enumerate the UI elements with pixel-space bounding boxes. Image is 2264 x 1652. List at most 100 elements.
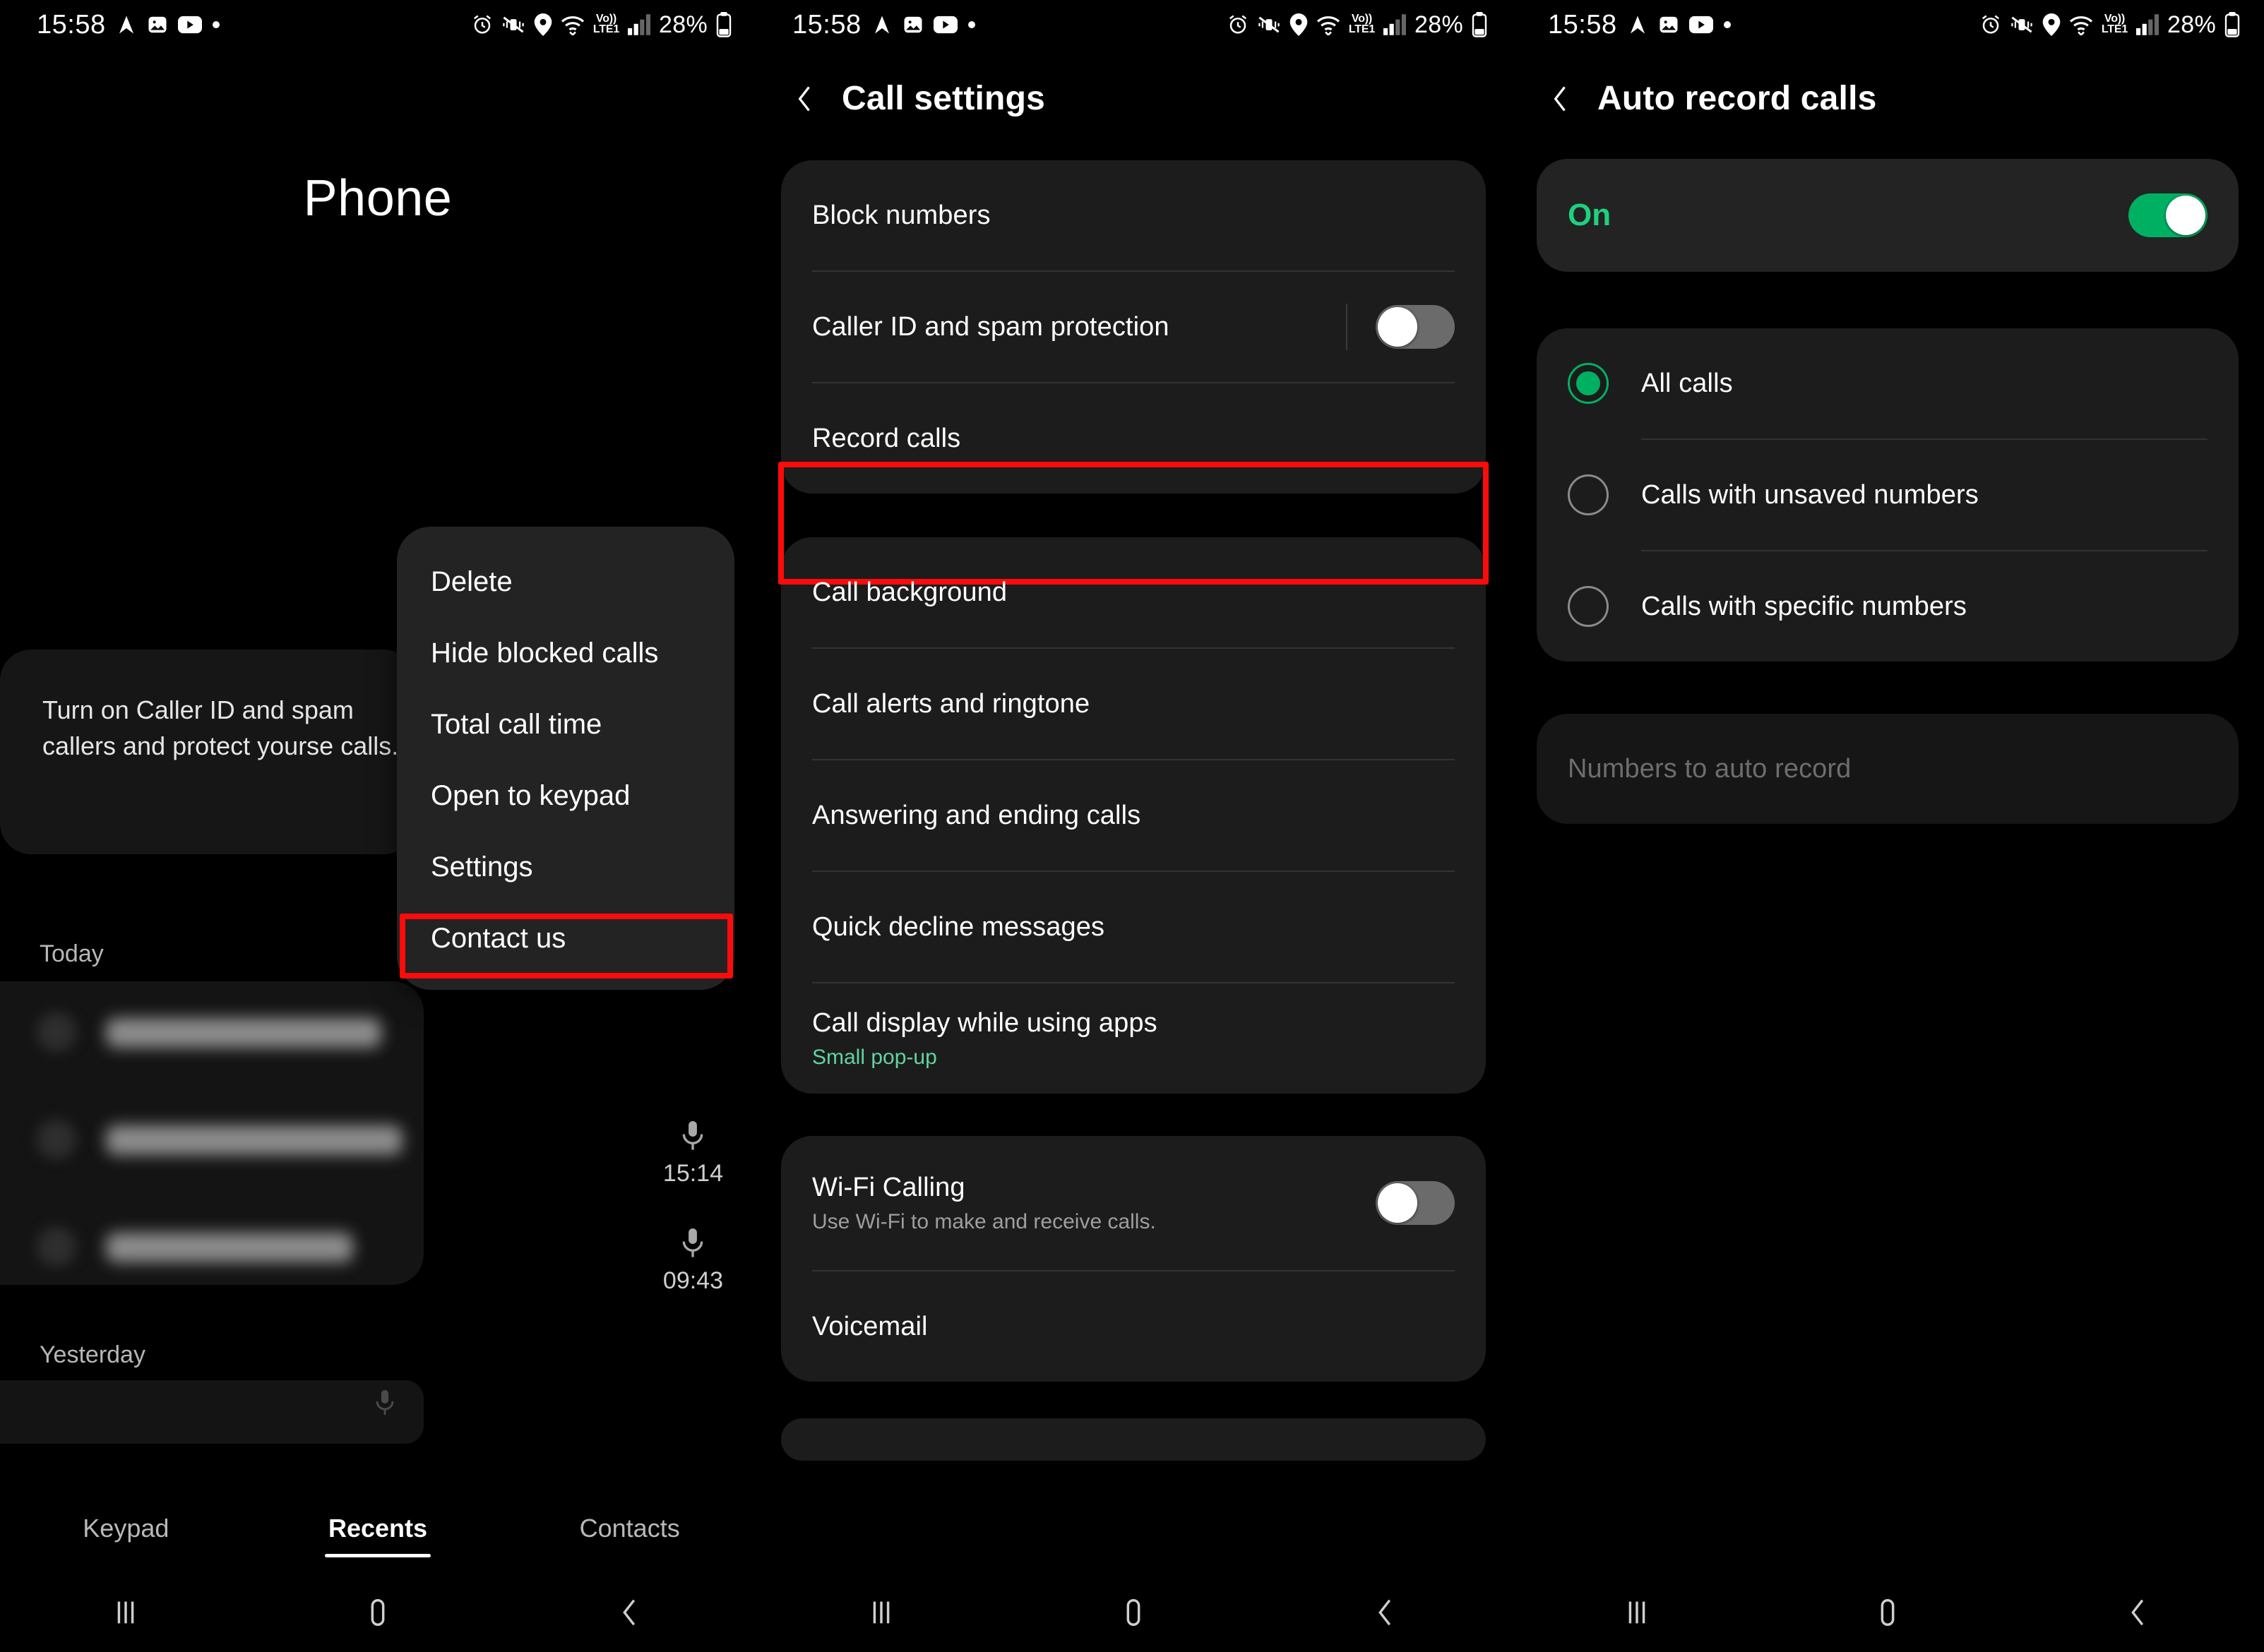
caller-id-promo-card[interactable]: Turn on Caller ID and spam callers and p… bbox=[0, 650, 415, 854]
setting-row-call-alerts-ringtone[interactable]: Call alerts and ringtone bbox=[781, 649, 1486, 759]
option-row-all-calls[interactable]: All calls bbox=[1537, 328, 2239, 438]
list-item[interactable] bbox=[0, 981, 424, 1082]
menu-item-open-to-keypad[interactable]: Open to keypad bbox=[397, 760, 734, 832]
signal-bars-icon bbox=[628, 14, 651, 35]
vibrate-off-icon bbox=[2010, 15, 2034, 35]
setting-label: Answering and ending calls bbox=[812, 800, 1141, 830]
setting-row-wifi-calling[interactable]: Wi-Fi Calling Use Wi-Fi to make and rece… bbox=[781, 1136, 1486, 1270]
navigation-arrow-icon bbox=[116, 13, 137, 37]
back-icon[interactable] bbox=[790, 83, 821, 114]
microphone-icon bbox=[374, 1390, 395, 1420]
alarm-icon bbox=[472, 14, 493, 35]
menu-item-delete[interactable]: Delete bbox=[397, 546, 734, 618]
caller-id-toggle[interactable] bbox=[1376, 305, 1455, 349]
back-icon[interactable] bbox=[504, 1596, 756, 1629]
vibrate-off-icon bbox=[1257, 15, 1281, 35]
toggle-knob bbox=[1378, 307, 1417, 347]
setting-label: Wi-Fi Calling bbox=[812, 1172, 965, 1202]
status-bar-1: 15:58 Vo)) LTE1 28% bbox=[0, 0, 756, 49]
wifi-icon bbox=[1316, 14, 1340, 35]
radio-calls-with-unsaved-numbers[interactable] bbox=[1568, 474, 1609, 515]
menu-item-contact-us[interactable]: Contact us bbox=[397, 903, 734, 974]
home-icon[interactable] bbox=[1762, 1596, 2013, 1629]
setting-label: Caller ID and spam protection bbox=[812, 311, 1169, 342]
wifi-icon bbox=[561, 14, 585, 35]
recents-icon[interactable] bbox=[756, 1596, 1008, 1629]
caller-id-promo-text: Turn on Caller ID and spam callers and p… bbox=[42, 695, 399, 761]
youtube-icon bbox=[177, 16, 202, 34]
dot-icon bbox=[967, 20, 976, 29]
volte-icon: Vo)) LTE1 bbox=[1349, 13, 1375, 35]
page-title: Phone bbox=[303, 170, 453, 227]
back-icon[interactable] bbox=[2013, 1596, 2264, 1629]
call-type-icon bbox=[37, 1012, 76, 1052]
gallery-icon bbox=[902, 14, 924, 35]
numbers-to-auto-record-card: Numbers to auto record bbox=[1537, 714, 2239, 824]
home-icon[interactable] bbox=[252, 1596, 504, 1629]
tab-keypad[interactable]: Keypad bbox=[0, 1514, 252, 1543]
toggle-knob bbox=[2166, 196, 2205, 235]
option-row-calls-with-unsaved-numbers[interactable]: Calls with unsaved numbers bbox=[1537, 440, 2239, 550]
home-icon[interactable] bbox=[1008, 1596, 1260, 1629]
recents-list-yesterday[interactable] bbox=[0, 1380, 424, 1444]
setting-row-record-calls[interactable]: Record calls bbox=[781, 383, 1486, 493]
call-time: 15:14 bbox=[662, 1160, 723, 1187]
app-bar-call-settings: Call settings bbox=[756, 49, 1511, 118]
setting-label: Call background bbox=[812, 577, 1008, 607]
setting-row-call-background[interactable]: Call background bbox=[781, 537, 1486, 647]
setting-row-quick-decline-messages[interactable]: Quick decline messages bbox=[781, 872, 1486, 982]
setting-row-call-display-while-using-apps[interactable]: Call display while using apps Small pop-… bbox=[781, 983, 1486, 1094]
battery-icon bbox=[716, 12, 732, 37]
setting-row-block-numbers[interactable]: Block numbers bbox=[781, 160, 1486, 270]
recents-icon[interactable] bbox=[1511, 1596, 1762, 1629]
list-item[interactable] bbox=[0, 1089, 424, 1190]
alarm-icon bbox=[1227, 14, 1249, 35]
system-nav-bar-3 bbox=[1511, 1573, 2264, 1652]
tab-recents[interactable]: Recents bbox=[252, 1514, 504, 1543]
auto-record-master-card: On bbox=[1537, 159, 2239, 272]
auto-record-master-row[interactable]: On bbox=[1537, 159, 2239, 272]
setting-value: Small pop-up bbox=[812, 1045, 937, 1069]
alarm-icon bbox=[1980, 14, 2001, 35]
page-title: Auto record calls bbox=[1597, 80, 1877, 117]
setting-label: Call alerts and ringtone bbox=[812, 688, 1090, 719]
menu-item-total-call-time[interactable]: Total call time bbox=[397, 689, 734, 760]
auto-record-toggle[interactable] bbox=[2128, 193, 2208, 237]
recents-icon[interactable] bbox=[0, 1596, 252, 1629]
gallery-icon bbox=[147, 14, 168, 35]
location-icon bbox=[1289, 13, 1308, 36]
setting-description: Use Wi-Fi to make and receive calls. bbox=[812, 1209, 1156, 1233]
wifi-calling-toggle[interactable] bbox=[1376, 1181, 1455, 1225]
settings-group-partial[interactable] bbox=[781, 1418, 1486, 1461]
screen-auto-record-calls: 15:58 Vo)) LTE1 28% Auto record calls On… bbox=[1511, 0, 2264, 1652]
wifi-icon bbox=[2069, 14, 2093, 35]
signal-bars-icon bbox=[2136, 14, 2159, 35]
menu-item-settings[interactable]: Settings bbox=[397, 832, 734, 903]
youtube-icon bbox=[1688, 16, 1713, 34]
settings-group-network: Wi-Fi Calling Use Wi-Fi to make and rece… bbox=[781, 1136, 1486, 1382]
option-row-calls-with-specific-numbers[interactable]: Calls with specific numbers bbox=[1537, 551, 2239, 662]
setting-label: Record calls bbox=[812, 423, 961, 453]
page-title: Call settings bbox=[842, 80, 1045, 117]
battery-percent: 28% bbox=[2167, 11, 2216, 38]
option-label: Calls with specific numbers bbox=[1641, 591, 1967, 621]
setting-label: Call display while using apps bbox=[812, 1007, 1157, 1038]
radio-all-calls[interactable] bbox=[1568, 363, 1609, 404]
tab-contacts[interactable]: Contacts bbox=[504, 1514, 756, 1543]
setting-row-caller-id-spam-protection[interactable]: Caller ID and spam protection bbox=[781, 272, 1486, 382]
setting-row-voicemail[interactable]: Voicemail bbox=[781, 1271, 1486, 1382]
call-meta: 09:43 bbox=[663, 1228, 723, 1295]
radio-calls-with-specific-numbers[interactable] bbox=[1568, 586, 1609, 627]
signal-bars-icon bbox=[1383, 14, 1407, 35]
microphone-icon bbox=[663, 1121, 723, 1156]
setting-label: Voicemail bbox=[812, 1311, 928, 1341]
menu-item-hide-blocked-calls[interactable]: Hide blocked calls bbox=[397, 618, 734, 689]
contact-name-redacted bbox=[106, 1018, 381, 1048]
dot-icon bbox=[1723, 20, 1732, 29]
setting-row-answering-ending-calls[interactable]: Answering and ending calls bbox=[781, 760, 1486, 870]
overflow-menu: Delete Hide blocked calls Total call tim… bbox=[397, 527, 734, 990]
back-icon[interactable] bbox=[1545, 83, 1576, 114]
back-icon[interactable] bbox=[1259, 1596, 1511, 1629]
list-item[interactable] bbox=[0, 1196, 424, 1297]
contact-name-redacted bbox=[106, 1233, 353, 1262]
